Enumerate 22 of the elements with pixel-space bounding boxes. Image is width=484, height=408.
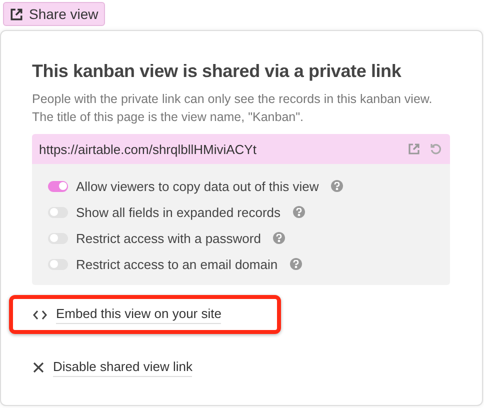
- help-icon[interactable]: [330, 180, 343, 192]
- option-label: Restrict access with a password: [76, 230, 261, 246]
- toggle-switch[interactable]: [48, 206, 68, 218]
- option-label: Show all fields in expanded records: [76, 204, 281, 220]
- option-label: Restrict access to an email domain: [76, 256, 278, 272]
- close-icon: [33, 362, 44, 373]
- description-text: People with the private link can only see the records in this kanban view. The title of this page is the view name, "Kanban".: [32, 91, 434, 126]
- help-icon[interactable]: [272, 232, 285, 244]
- popover-title: This kanban view is shared via a private link: [32, 61, 402, 82]
- toggle-switch[interactable]: [48, 232, 68, 244]
- toggle-switch[interactable]: [48, 180, 68, 192]
- action-link[interactable]: Embed this view on your site: [56, 306, 222, 324]
- toggle-switch[interactable]: [48, 258, 68, 270]
- external-link-icon[interactable]: [10, 8, 23, 20]
- option-label: Allow viewers to copy data out of this view: [76, 178, 319, 194]
- action-link[interactable]: Disable shared view link: [53, 358, 192, 376]
- help-icon[interactable]: [292, 206, 305, 218]
- refresh-icon[interactable]: [430, 143, 442, 155]
- code-icon: [33, 310, 47, 320]
- share-view-button[interactable]: Share view: [3, 2, 106, 26]
- help-icon[interactable]: [290, 258, 302, 270]
- share-url[interactable]: https://airtable.com/shrqlbllHMiviACYt: [39, 142, 398, 156]
